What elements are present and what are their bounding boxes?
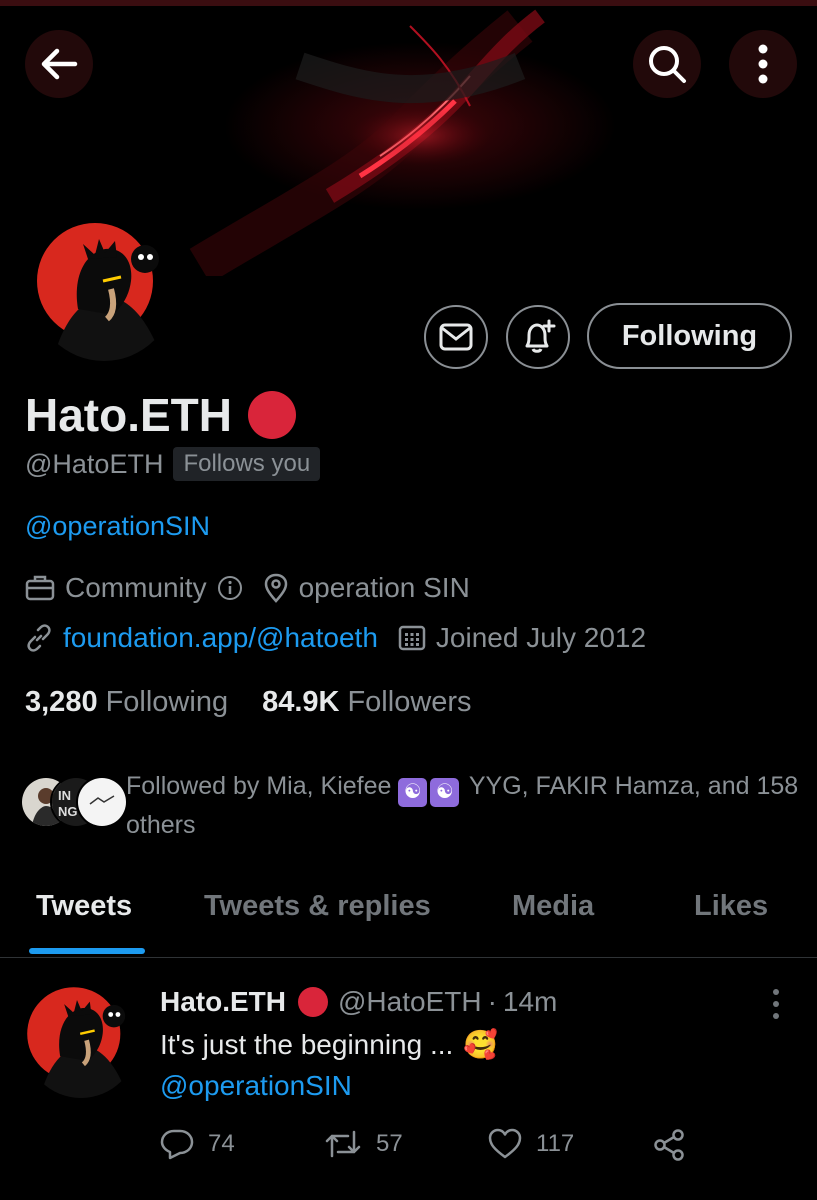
svg-text:IN: IN — [58, 788, 71, 803]
back-button[interactable] — [25, 30, 93, 98]
briefcase-icon — [25, 575, 55, 601]
tab-likes[interactable]: Likes — [694, 890, 768, 923]
followed-by-prefix: Followed by Mia, Kiefee — [126, 772, 392, 800]
followed-by-row[interactable]: IN NG Followed by Mia, Kiefee ☯ ☯ YYG, FAK… — [20, 768, 810, 848]
search-button[interactable] — [633, 30, 701, 98]
message-button[interactable] — [424, 305, 488, 369]
like-button[interactable]: 117 — [488, 1128, 574, 1160]
follower-avatar-3 — [76, 776, 128, 828]
red-circle-badge-icon — [248, 391, 296, 439]
tweet-author-name[interactable]: Hato.ETH — [160, 986, 286, 1018]
yin-yang-emoji-icon: ☯ — [430, 778, 460, 807]
avatar-artwork — [33, 219, 175, 361]
red-circle-badge-icon — [298, 987, 328, 1017]
profile-meta-row-2: foundation.app/@hatoeth Joined July 2012 — [25, 622, 666, 654]
reply-count: 74 — [208, 1130, 235, 1157]
profile-avatar[interactable] — [28, 214, 180, 366]
bell-plus-icon — [525, 319, 556, 353]
location-pin-icon — [264, 573, 287, 603]
website-item: foundation.app/@hatoeth — [25, 622, 378, 654]
tab-tweets-replies[interactable]: Tweets & replies — [204, 890, 431, 923]
display-name: Hato.ETH — [25, 388, 296, 442]
tweet-text: It's just the beginning ... 🥰 — [160, 1028, 498, 1061]
tweet-timestamp: 14m — [502, 986, 558, 1017]
tweet-header: Hato.ETH @HatoETH · 14m — [160, 986, 557, 1018]
tab-media[interactable]: Media — [512, 890, 594, 923]
active-tab-indicator — [29, 948, 145, 954]
link-icon — [27, 624, 51, 652]
follow-stats: 3,280 Following 84.9K Followers — [25, 686, 506, 719]
mail-icon — [439, 323, 473, 351]
followed-by-text: Followed by Mia, Kiefee ☯ ☯ YYG, FAKIR Ha… — [126, 768, 806, 844]
search-icon — [649, 46, 686, 83]
tweet-mention-link[interactable]: @operationSIN — [160, 1070, 352, 1102]
follows-you-badge: Follows you — [173, 447, 321, 481]
following-stat[interactable]: 3,280 Following — [25, 686, 228, 719]
tweet-more-button[interactable] — [768, 984, 784, 1024]
tweet-text-body: It's just the beginning ... — [160, 1028, 454, 1060]
vertical-dots-icon — [773, 989, 779, 1019]
smiling-hearts-emoji-icon: 🥰 — [463, 1029, 499, 1060]
more-options-button[interactable] — [729, 30, 797, 98]
svg-text:NG: NG — [58, 804, 78, 819]
following-label: Following — [105, 686, 229, 718]
calendar-icon — [398, 625, 426, 651]
heart-icon — [488, 1128, 522, 1159]
following-button[interactable]: Following — [587, 303, 792, 369]
joined-text: Joined July 2012 — [435, 622, 647, 653]
following-count: 3,280 — [25, 686, 98, 718]
tweet-avatar-artwork — [24, 984, 138, 1098]
handle: @HatoETH — [25, 448, 164, 479]
followers-count: 84.9K — [262, 686, 340, 718]
retweet-count: 57 — [376, 1130, 403, 1157]
reply-icon — [160, 1129, 194, 1160]
share-button[interactable] — [652, 1128, 686, 1162]
handle-row: @HatoETH Follows you — [25, 447, 321, 481]
category-item: Community — [25, 572, 243, 604]
profile-meta-row-1: Community operation SIN — [25, 572, 490, 604]
tweet-avatar[interactable] — [24, 984, 138, 1098]
retweet-icon — [325, 1130, 361, 1158]
tweet-author-handle[interactable]: @HatoETH — [338, 986, 482, 1018]
followers-stat[interactable]: 84.9K Followers — [262, 686, 471, 719]
website-link[interactable]: foundation.app/@hatoeth — [63, 622, 378, 654]
vertical-dots-icon — [758, 44, 768, 84]
info-icon[interactable] — [217, 575, 243, 601]
category-text: Community — [65, 572, 207, 603]
location-item: operation SIN — [263, 572, 470, 604]
tweet-actions: 74 57 117 — [160, 1128, 800, 1168]
profile-tabs: Tweets Tweets & replies Media Likes — [0, 878, 817, 958]
tweet-separator: · — [487, 986, 497, 1017]
joined-item: Joined July 2012 — [398, 622, 646, 654]
followers-label: Followers — [347, 686, 472, 718]
yin-yang-emoji-icon: ☯ — [398, 778, 428, 807]
like-count: 117 — [536, 1130, 575, 1157]
retweet-button[interactable]: 57 — [324, 1128, 403, 1160]
notifications-button[interactable] — [506, 305, 570, 369]
location-text: operation SIN — [298, 572, 470, 603]
tweet-item[interactable]: Hato.ETH @HatoETH · 14m It's just the be… — [0, 958, 817, 1200]
bio-mention-link[interactable]: @operationSIN — [25, 511, 210, 542]
share-icon — [654, 1129, 684, 1161]
arrow-left-icon — [41, 48, 78, 80]
display-name-text: Hato.ETH — [25, 389, 232, 441]
reply-button[interactable]: 74 — [160, 1128, 235, 1160]
tab-tweets[interactable]: Tweets — [36, 890, 132, 923]
